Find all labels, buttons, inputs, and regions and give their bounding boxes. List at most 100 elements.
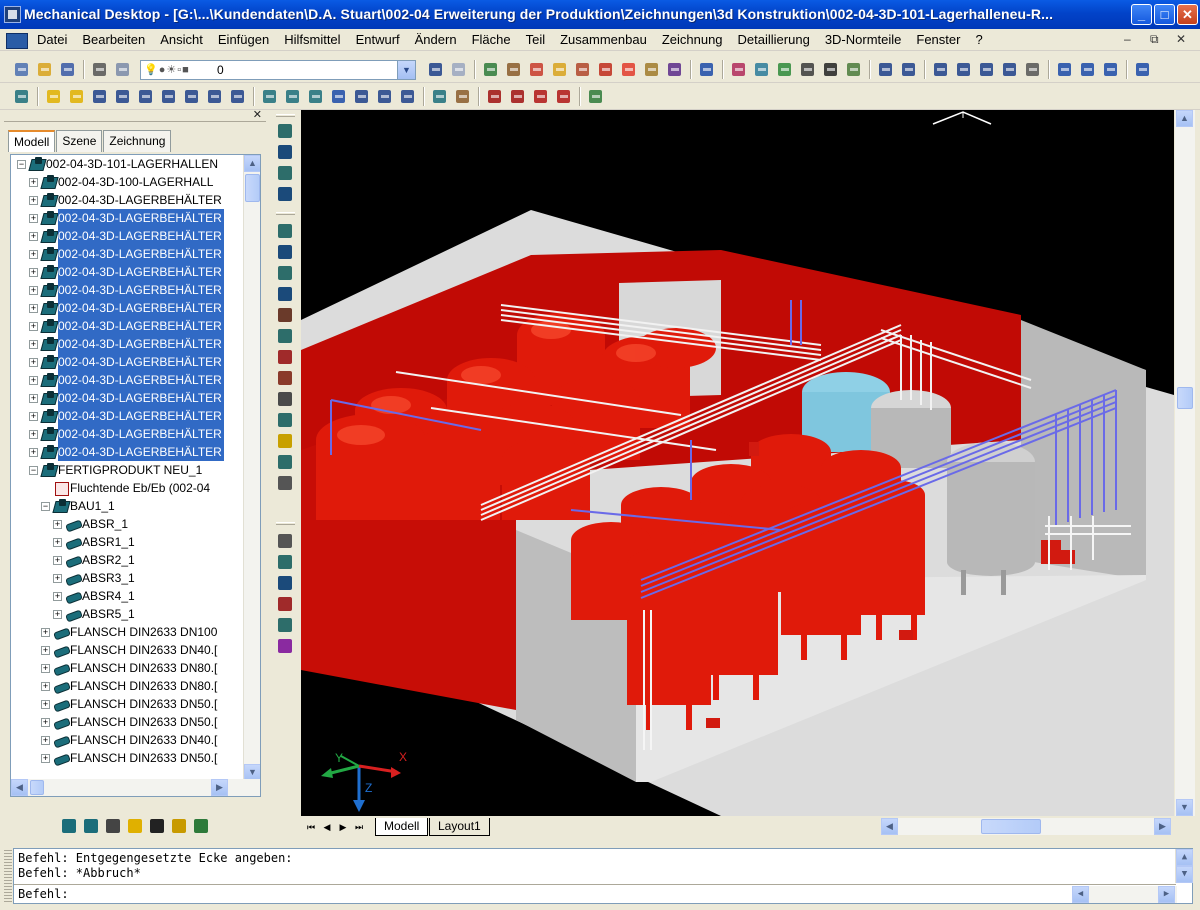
tree-node[interactable]: +002-04-3D-LAGERBEHÄLTER (11, 443, 237, 461)
polyline-icon[interactable] (136, 87, 155, 106)
expand-icon[interactable]: + (29, 178, 38, 187)
scroll-up-button[interactable]: ▲ (244, 155, 260, 172)
expand-icon[interactable]: + (29, 448, 38, 457)
tool-icon[interactable] (485, 87, 504, 106)
plot-icon[interactable] (90, 60, 109, 79)
tool-icon[interactable] (821, 60, 840, 79)
expand-icon[interactable]: + (53, 574, 62, 583)
expand-icon[interactable]: + (29, 412, 38, 421)
expand-icon[interactable]: + (29, 358, 38, 367)
tool-icon[interactable] (798, 60, 817, 79)
tool-icon[interactable] (752, 60, 771, 79)
expand-icon[interactable]: + (29, 268, 38, 277)
expand-icon[interactable]: + (29, 196, 38, 205)
menu-item[interactable]: Ansicht (160, 32, 203, 47)
tool-icon[interactable] (276, 285, 295, 304)
expand-icon[interactable]: + (41, 664, 50, 673)
tool-icon[interactable] (276, 348, 295, 367)
tool-icon[interactable] (276, 432, 295, 451)
tool-icon[interactable] (276, 143, 295, 162)
line-icon[interactable] (113, 87, 132, 106)
tool-icon[interactable] (375, 87, 394, 106)
tree-node[interactable]: +002-04-3D-LAGERBEHÄLTER (11, 191, 237, 209)
tool-icon[interactable] (276, 243, 295, 262)
scroll-left-button[interactable]: ◀ (11, 779, 28, 796)
tool-icon[interactable] (554, 87, 573, 106)
tool-icon[interactable] (844, 60, 863, 79)
circle-icon[interactable] (1101, 60, 1120, 79)
viewport-vertical-scrollbar[interactable]: ▲ ▼ (1175, 110, 1195, 816)
line-icon[interactable] (931, 60, 950, 79)
menu-item[interactable]: Zusammenbau (560, 32, 647, 47)
expand-icon[interactable]: + (41, 718, 50, 727)
tool-icon[interactable] (276, 369, 295, 388)
tree-node[interactable]: + FLANSCH DIN2633 DN40.[ (11, 731, 237, 749)
filter-icon[interactable] (168, 815, 190, 837)
line-icon[interactable] (954, 60, 973, 79)
scroll-left-button[interactable]: ◀ (881, 818, 898, 835)
tool-icon[interactable] (352, 87, 371, 106)
tab-szene[interactable]: Szene (56, 130, 103, 152)
scroll-down-button[interactable]: ▼ (1176, 866, 1193, 883)
tool-icon[interactable] (642, 60, 661, 79)
command-line-scrollbar[interactable]: ◀ ▶ (1072, 886, 1177, 903)
scroll-thumb[interactable] (30, 780, 44, 795)
expand-icon[interactable]: + (29, 430, 38, 439)
tool-icon[interactable] (276, 327, 295, 346)
tool-icon[interactable] (276, 222, 295, 241)
tab-modell[interactable]: Modell (8, 130, 56, 152)
tree-node[interactable]: + FLANSCH DIN2633 DN80.[ (11, 677, 237, 695)
expand-icon[interactable]: + (41, 754, 50, 763)
tree-node[interactable]: +002-04-3D-LAGERBEHÄLTER (11, 245, 237, 263)
expand-icon[interactable]: + (53, 520, 62, 529)
layers-icon[interactable] (113, 60, 132, 79)
scroll-up-button[interactable]: ▲ (1176, 110, 1193, 127)
collapse-icon[interactable]: − (17, 160, 26, 169)
collapse-icon[interactable]: − (41, 502, 50, 511)
doc-minimize-button[interactable]: – (1124, 32, 1131, 46)
line-icon[interactable] (876, 60, 895, 79)
tree-node[interactable]: +002-04-3D-LAGERBEHÄLTER (11, 317, 237, 335)
app-icon[interactable] (4, 6, 21, 23)
settings-icon[interactable] (146, 815, 168, 837)
tool-icon[interactable] (276, 122, 295, 141)
rectangle-icon[interactable] (182, 87, 201, 106)
tool-icon[interactable] (276, 616, 295, 635)
tool-icon[interactable] (729, 60, 748, 79)
expand-icon[interactable]: + (53, 610, 62, 619)
dash-icon[interactable] (1023, 60, 1042, 79)
help-icon[interactable] (697, 60, 716, 79)
tree-node[interactable]: +002-04-3D-LAGERBEHÄLTER (11, 371, 237, 389)
model-viewport[interactable]: X Y Z (301, 110, 1174, 816)
tool-icon[interactable] (306, 87, 325, 106)
circle-icon[interactable] (1078, 60, 1097, 79)
expand-icon[interactable]: + (53, 538, 62, 547)
tool-icon[interactable] (276, 553, 295, 572)
expand-icon[interactable]: + (29, 232, 38, 241)
drawing-icon[interactable] (124, 815, 146, 837)
menu-item[interactable]: Zeichnung (662, 32, 723, 47)
collapse-icon[interactable]: − (29, 466, 38, 475)
tool-icon[interactable] (276, 264, 295, 283)
expand-icon[interactable]: + (29, 322, 38, 331)
menu-item[interactable]: 3D-Normteile (825, 32, 902, 47)
command-history-scrollbar[interactable]: ▲ ▼ (1175, 849, 1193, 883)
move-icon[interactable] (329, 87, 348, 106)
last-tab-button[interactable]: ⏭ (352, 820, 366, 834)
tool-icon[interactable] (619, 60, 638, 79)
tree-horizontal-scrollbar[interactable]: ◀ ▶ (11, 779, 260, 796)
doc-restore-button[interactable]: ⧉ (1150, 32, 1159, 47)
polygon-icon[interactable] (205, 87, 224, 106)
new-icon[interactable] (12, 60, 31, 79)
tool-icon[interactable] (276, 532, 295, 551)
tool-icon[interactable] (398, 87, 417, 106)
open-icon[interactable] (35, 60, 54, 79)
scroll-left-button[interactable]: ◀ (1072, 886, 1089, 903)
tree-node[interactable]: + ABSR1_1 (11, 533, 237, 551)
tool-icon[interactable] (527, 60, 546, 79)
expand-icon[interactable]: + (29, 376, 38, 385)
warning-icon[interactable] (44, 87, 63, 106)
tree-node[interactable]: +002-04-3D-LAGERBEHÄLTER (11, 353, 237, 371)
tree-node[interactable]: +002-04-3D-LAGERBEHÄLTER (11, 299, 237, 317)
warning-icon[interactable] (67, 87, 86, 106)
